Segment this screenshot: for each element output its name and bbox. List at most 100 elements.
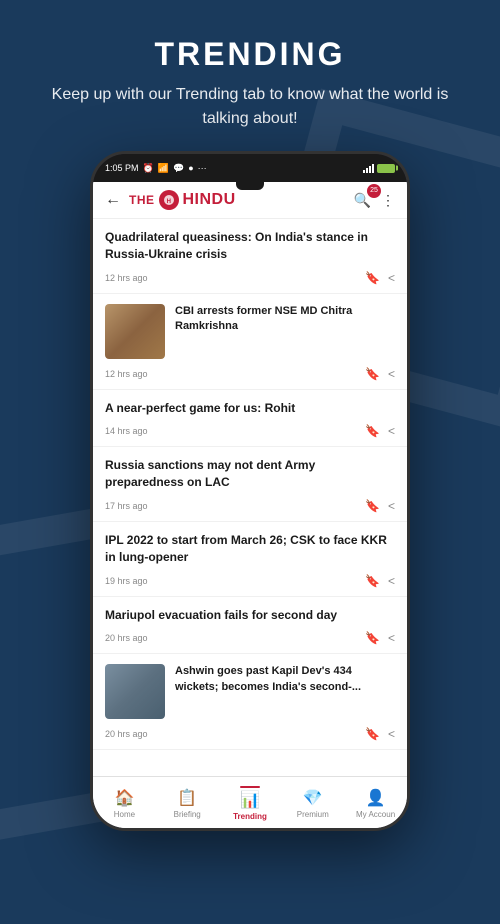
news-actions-6: 🔖 < xyxy=(365,631,395,645)
notification-badge: 25 xyxy=(367,184,381,198)
bottom-nav: 🏠 Home 📋 Briefing 📊 Trending 💎 Premium 👤… xyxy=(93,776,407,828)
ashwin-image xyxy=(105,664,165,719)
news-item-6[interactable]: Mariupol evacuation fails for second day… xyxy=(93,597,407,655)
share-icon-4[interactable]: < xyxy=(388,499,395,513)
nav-briefing[interactable]: 📋 Briefing xyxy=(156,788,219,819)
phone-screen: ← THE H HINDU 25 🔍 ⋮ xyxy=(93,182,407,828)
news-item-1[interactable]: Quadrilateral queasiness: On India's sta… xyxy=(93,219,407,294)
wifi-icon: ● xyxy=(188,163,193,173)
premium-icon: 💎 xyxy=(303,788,323,808)
news-actions-4: 🔖 < xyxy=(365,499,395,513)
news-title-7: Ashwin goes past Kapil Dev's 434 wickets… xyxy=(175,664,395,695)
bookmark-icon-3[interactable]: 🔖 xyxy=(365,424,380,438)
nav-premium-label: Premium xyxy=(297,810,329,819)
logo-hindu: HINDU xyxy=(183,191,236,209)
app-logo: THE H HINDU xyxy=(129,190,236,210)
nav-trending-label: Trending xyxy=(233,812,267,821)
news-meta-1: 12 hrs ago 🔖 < xyxy=(105,271,395,293)
more-options-icon[interactable]: ⋮ xyxy=(381,192,395,209)
news-title-1: Quadrilateral queasiness: On India's sta… xyxy=(105,229,395,263)
nav-briefing-label: Briefing xyxy=(174,810,201,819)
logo-emblem: H xyxy=(159,190,179,210)
news-meta-3: 14 hrs ago 🔖 < xyxy=(105,424,395,446)
news-content-2: CBI arrests former NSE MD Chitra Ramkris… xyxy=(175,304,395,359)
news-title-3: A near-perfect game for us: Rohit xyxy=(105,400,395,417)
bookmark-icon-2[interactable]: 🔖 xyxy=(365,367,380,381)
topbar-left: ← THE H HINDU xyxy=(105,190,236,210)
news-item-4[interactable]: Russia sanctions may not dent Army prepa… xyxy=(93,447,407,522)
news-meta-7: 20 hrs ago 🔖 < xyxy=(105,727,395,749)
page-title: TRENDING xyxy=(30,36,470,73)
phone-frame: 1:05 PM ⏰ 📶 💬 ● ··· ← THE xyxy=(90,151,410,831)
news-row-2: CBI arrests former NSE MD Chitra Ramkris… xyxy=(105,304,395,359)
news-title-5: IPL 2022 to start from March 26; CSK to … xyxy=(105,532,395,566)
news-meta-2: 12 hrs ago 🔖 < xyxy=(105,367,395,389)
page-header: TRENDING Keep up with our Trending tab t… xyxy=(0,0,500,151)
nav-premium[interactable]: 💎 Premium xyxy=(281,788,344,819)
status-bar: 1:05 PM ⏰ 📶 💬 ● ··· xyxy=(93,154,407,182)
news-time-4: 17 hrs ago xyxy=(105,501,148,511)
briefing-icon: 📋 xyxy=(177,788,197,808)
news-thumbnail-2 xyxy=(105,304,165,359)
nav-account[interactable]: 👤 My Accoun xyxy=(344,788,407,819)
bookmark-icon-4[interactable]: 🔖 xyxy=(365,499,380,513)
account-icon: 👤 xyxy=(366,788,386,808)
news-actions-3: 🔖 < xyxy=(365,424,395,438)
news-feed[interactable]: Quadrilateral queasiness: On India's sta… xyxy=(93,219,407,776)
news-item-3[interactable]: A near-perfect game for us: Rohit 14 hrs… xyxy=(93,390,407,448)
share-icon-1[interactable]: < xyxy=(388,271,395,285)
battery-icon xyxy=(377,164,395,173)
news-content-7: Ashwin goes past Kapil Dev's 434 wickets… xyxy=(175,664,395,719)
nav-account-label: My Accoun xyxy=(356,810,395,819)
nav-trending[interactable]: 📊 Trending xyxy=(219,786,282,821)
news-actions-1: 🔖 < xyxy=(365,271,395,285)
trending-icon: 📊 xyxy=(240,790,260,810)
chitra-image xyxy=(105,304,165,359)
nav-home-label: Home xyxy=(114,810,135,819)
news-item-5[interactable]: IPL 2022 to start from March 26; CSK to … xyxy=(93,522,407,597)
logo-the: THE xyxy=(129,193,155,207)
signal-icon xyxy=(363,164,374,173)
news-meta-4: 17 hrs ago 🔖 < xyxy=(105,499,395,521)
active-indicator xyxy=(240,786,260,788)
share-icon-6[interactable]: < xyxy=(388,631,395,645)
news-time-6: 20 hrs ago xyxy=(105,633,148,643)
bookmark-icon-5[interactable]: 🔖 xyxy=(365,574,380,588)
news-time-5: 19 hrs ago xyxy=(105,576,148,586)
message-icon: 💬 xyxy=(173,163,184,174)
bookmark-icon-7[interactable]: 🔖 xyxy=(365,727,380,741)
bookmark-icon-1[interactable]: 🔖 xyxy=(365,271,380,285)
news-time-1: 12 hrs ago xyxy=(105,273,148,283)
time-display: 1:05 PM xyxy=(105,163,139,173)
news-thumbnail-7 xyxy=(105,664,165,719)
news-item-2[interactable]: CBI arrests former NSE MD Chitra Ramkris… xyxy=(93,294,407,390)
bookmark-icon-6[interactable]: 🔖 xyxy=(365,631,380,645)
news-item-7[interactable]: Ashwin goes past Kapil Dev's 434 wickets… xyxy=(93,654,407,750)
news-time-3: 14 hrs ago xyxy=(105,426,148,436)
phone-notch xyxy=(236,182,264,190)
news-row-7: Ashwin goes past Kapil Dev's 434 wickets… xyxy=(105,664,395,719)
share-icon-3[interactable]: < xyxy=(388,424,395,438)
news-meta-6: 20 hrs ago 🔖 < xyxy=(105,631,395,653)
nav-home[interactable]: 🏠 Home xyxy=(93,788,156,819)
news-title-4: Russia sanctions may not dent Army prepa… xyxy=(105,457,395,491)
news-actions-7: 🔖 < xyxy=(365,727,395,741)
news-meta-5: 19 hrs ago 🔖 < xyxy=(105,574,395,596)
news-title-2: CBI arrests former NSE MD Chitra Ramkris… xyxy=(175,304,395,335)
share-icon-2[interactable]: < xyxy=(388,367,395,381)
news-actions-2: 🔖 < xyxy=(365,367,395,381)
status-bar-right xyxy=(363,164,395,173)
news-title-6: Mariupol evacuation fails for second day xyxy=(105,607,395,624)
back-button[interactable]: ← xyxy=(105,191,121,209)
topbar-right: 25 🔍 ⋮ xyxy=(354,192,395,209)
news-time-2: 12 hrs ago xyxy=(105,369,148,379)
news-actions-5: 🔖 < xyxy=(365,574,395,588)
share-icon-5[interactable]: < xyxy=(388,574,395,588)
share-icon-7[interactable]: < xyxy=(388,727,395,741)
sim-icon: 📶 xyxy=(158,163,169,174)
news-time-7: 20 hrs ago xyxy=(105,729,148,739)
status-bar-left: 1:05 PM ⏰ 📶 💬 ● ··· xyxy=(105,163,207,174)
home-icon: 🏠 xyxy=(114,788,134,808)
more-icon: ··· xyxy=(198,163,207,173)
alarm-icon: ⏰ xyxy=(143,163,154,174)
